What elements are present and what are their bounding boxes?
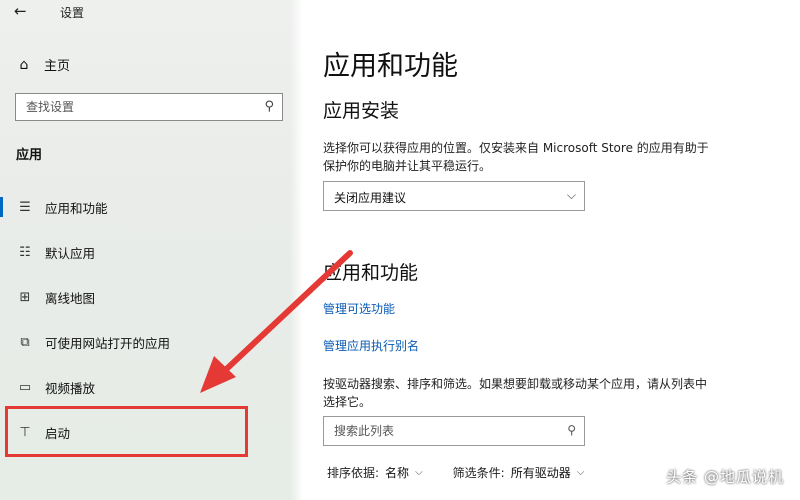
title-bar: ← 设置 bbox=[0, 0, 302, 26]
dropdown-value: 关闭应用建议 bbox=[334, 191, 407, 205]
search-icon[interactable]: ⚲ bbox=[567, 423, 576, 437]
page-title: 应用和功能 bbox=[323, 51, 458, 82]
offline-maps-icon: ⊞ bbox=[19, 289, 31, 305]
app-source-dropdown[interactable]: 关闭应用建议 ⌵ bbox=[323, 181, 585, 211]
apps-features-heading: 应用和功能 bbox=[323, 262, 419, 284]
sidebar-item-offline-maps[interactable]: ⊞ 离线地图 bbox=[0, 282, 302, 312]
window-title: 设置 bbox=[60, 6, 85, 20]
search-icon[interactable]: ⚲ bbox=[264, 99, 274, 114]
sidebar-item-label: 离线地图 bbox=[45, 290, 96, 306]
apps-features-description: 按驱动器搜索、排序和筛选。如果想要卸载或移动某个应用，请从列表中 选择它。 bbox=[323, 375, 753, 411]
app-list-search-input[interactable] bbox=[324, 417, 554, 445]
sort-filter-row: 排序依据: 名称 ⌵ 筛选条件: 所有驱动器 ⌵ bbox=[327, 464, 584, 481]
home-icon: ⌂ bbox=[19, 56, 29, 73]
filter-by-dropdown[interactable]: 筛选条件: 所有驱动器 ⌵ bbox=[453, 464, 585, 481]
default-apps-icon: ☷ bbox=[19, 244, 31, 260]
chevron-down-icon: ⌵ bbox=[566, 188, 576, 202]
sort-by-dropdown[interactable]: 排序依据: 名称 ⌵ bbox=[327, 464, 423, 481]
sidebar-item-video-playback[interactable]: ▭ 视频播放 bbox=[0, 372, 302, 402]
manage-optional-features-link[interactable]: 管理可选功能 bbox=[323, 300, 395, 317]
description-line: 选择它。 bbox=[323, 395, 372, 409]
sidebar-item-label: 可使用网站打开的应用 bbox=[45, 335, 171, 351]
settings-search-box[interactable]: ⚲ bbox=[15, 93, 283, 121]
app-list-search-box[interactable]: ⚲ bbox=[323, 416, 585, 446]
description-line: 按驱动器搜索、排序和筛选。如果想要卸载或移动某个应用，请从列表中 bbox=[323, 377, 708, 391]
back-arrow-icon[interactable]: ← bbox=[14, 2, 27, 20]
home-label: 主页 bbox=[44, 59, 71, 74]
chevron-down-icon: ⌵ bbox=[415, 467, 423, 478]
sort-value: 名称 bbox=[385, 466, 410, 480]
settings-search-input[interactable] bbox=[16, 94, 256, 120]
sidebar-item-label: 应用和功能 bbox=[45, 200, 108, 216]
main-content: 应用和功能 应用安装 选择你可以获得应用的位置。仅安装来自 Microsoft … bbox=[302, 0, 800, 500]
app-install-description: 选择你可以获得应用的位置。仅安装来自 Microsoft Store 的应用有助… bbox=[323, 139, 753, 175]
manage-app-execution-aliases-link[interactable]: 管理应用执行别名 bbox=[323, 337, 419, 354]
sidebar-item-default-apps[interactable]: ☷ 默认应用 bbox=[0, 237, 302, 267]
description-line: 选择你可以获得应用的位置。仅安装来自 Microsoft Store 的应用有助… bbox=[323, 141, 709, 155]
sidebar-item-label: 视频播放 bbox=[45, 380, 96, 396]
sort-label: 排序依据: bbox=[327, 466, 380, 480]
filter-value: 所有驱动器 bbox=[510, 466, 571, 480]
app-install-heading: 应用安装 bbox=[323, 100, 400, 122]
sidebar-item-apps-features[interactable]: ☰ 应用和功能 bbox=[0, 192, 302, 222]
filter-label: 筛选条件: bbox=[452, 466, 505, 480]
description-line: 保护你的电脑并让其平稳运行。 bbox=[323, 159, 492, 173]
sidebar-item-apps-for-websites[interactable]: ⧉ 可使用网站打开的应用 bbox=[0, 327, 302, 357]
video-playback-icon: ▭ bbox=[18, 379, 32, 395]
chevron-down-icon: ⌵ bbox=[576, 467, 585, 478]
apps-features-icon: ☰ bbox=[19, 199, 31, 215]
sidebar-item-label: 默认应用 bbox=[45, 245, 96, 261]
startup-highlight-box bbox=[5, 406, 248, 457]
watermark: 头条 @地瓜说机 bbox=[666, 468, 784, 486]
apps-for-websites-icon: ⧉ bbox=[20, 334, 30, 350]
section-label-apps: 应用 bbox=[16, 148, 43, 163]
home-link[interactable]: ⌂ 主页 bbox=[16, 55, 71, 75]
